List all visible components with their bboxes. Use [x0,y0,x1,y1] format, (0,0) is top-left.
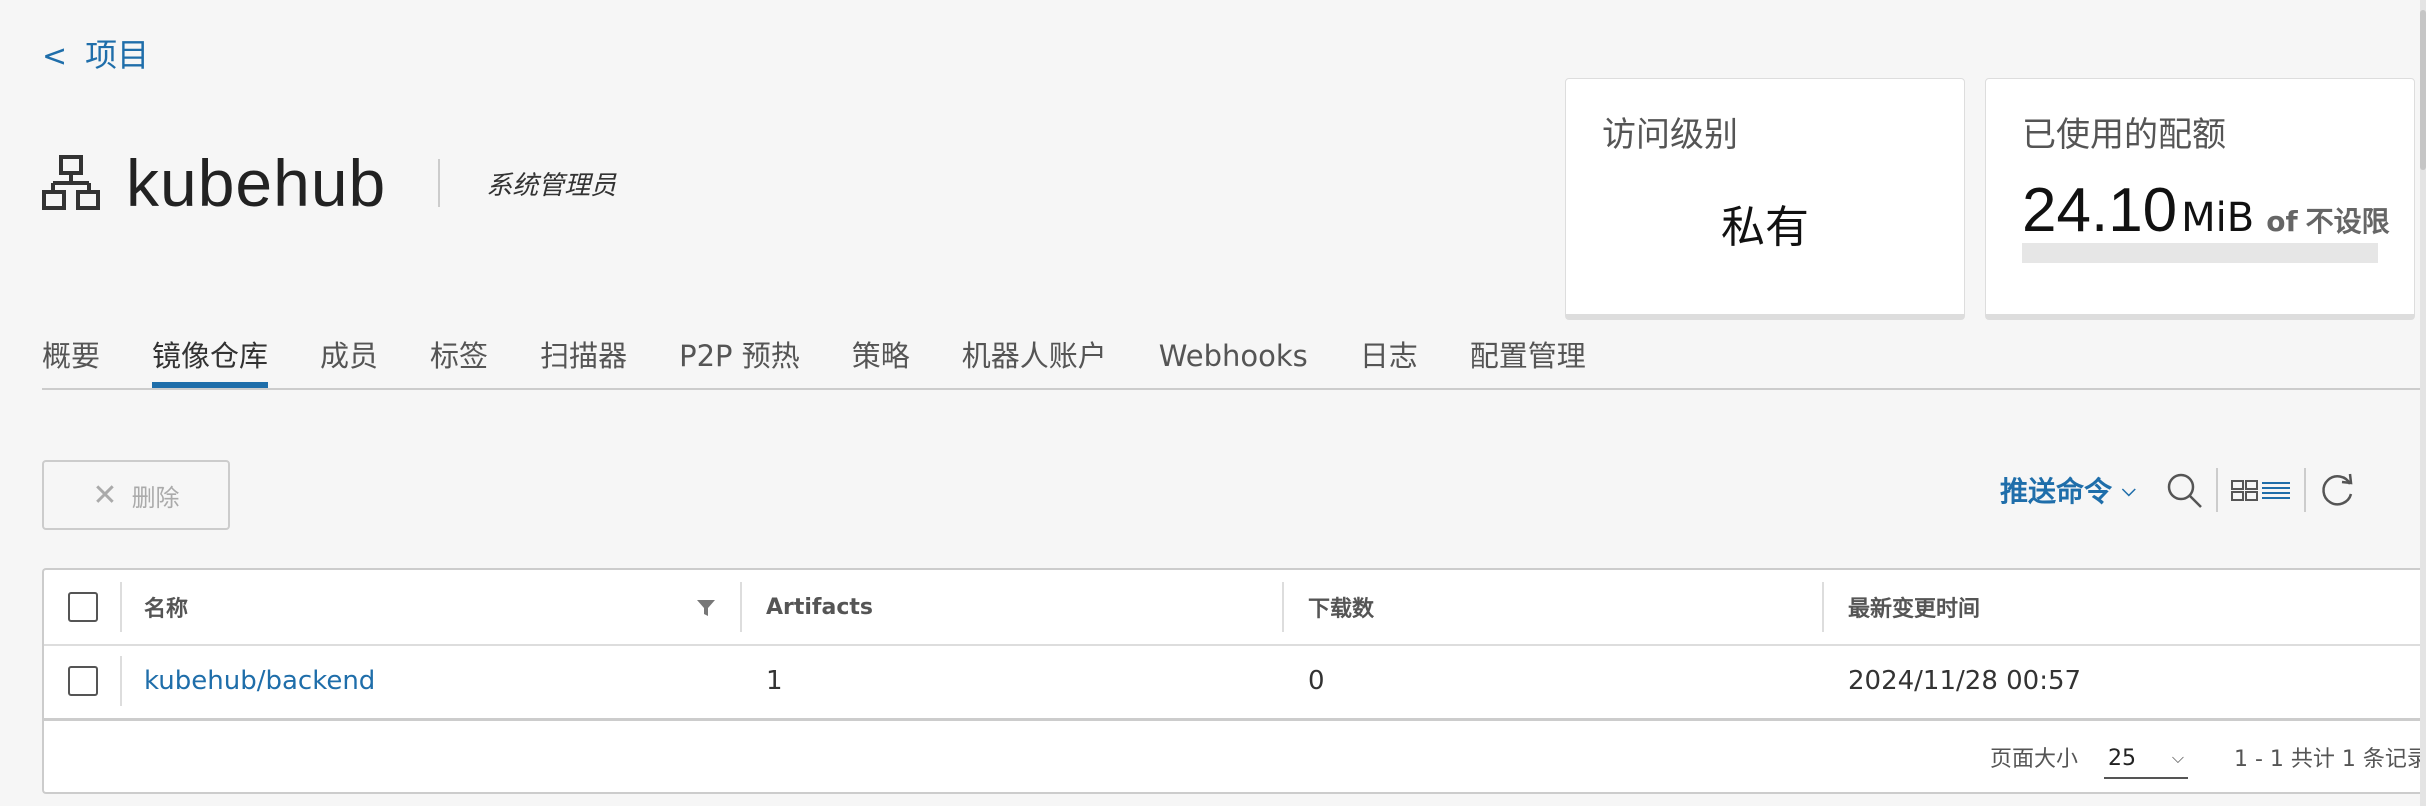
scrollbar-thumb[interactable] [2420,10,2426,170]
select-all-cell [68,570,98,644]
search-icon[interactable] [2164,470,2204,510]
tab-1[interactable]: 镜像仓库 [152,332,269,388]
access-level-card: 访问级别 私有 [1565,78,1965,320]
chevron-down-icon: ⌵ [2171,748,2184,767]
toolbar-divider [2303,468,2306,512]
updated-time: 2024/11/28 00:57 [1848,666,2082,696]
page-size-select[interactable]: 25 ⌵ [2104,739,2188,779]
project-tabs: 概要 镜像仓库 成员 标签 扫描器 P2P 预热 策略 机器人账户 Webhooks 日志 配置管理 [42,332,2426,390]
table-header: 名称 Artifacts 下载数 最新变更时间 [44,570,2426,646]
tab-2[interactable]: 成员 [320,332,378,388]
refresh-icon[interactable] [2318,470,2358,510]
title-divider [438,159,441,207]
column-header-downloads[interactable]: 下载数 [1308,570,1374,644]
access-level-value: 私有 [1721,202,1809,253]
select-all-checkbox[interactable] [68,592,98,622]
repository-name-link[interactable]: kubehub/backend [144,644,375,718]
quota-usage: 24.10 MiB of 不设限 [2022,175,2390,246]
quota-progress-bar [2022,243,2378,263]
column-divider [120,582,122,632]
tab-8[interactable]: Webhooks [1159,332,1308,388]
quota-of: of [2266,205,2298,238]
close-icon: ✕ [92,477,118,513]
tab-0[interactable]: 概要 [42,332,100,388]
column-divider [120,656,122,706]
tab-4[interactable]: 扫描器 [540,332,627,388]
breadcrumb-label: 项目 [85,36,150,74]
chevron-down-icon: ⌵ [2122,479,2136,501]
tab-9[interactable]: 日志 [1360,332,1418,388]
list-view-icon[interactable] [2260,470,2292,510]
row-select-cell [68,644,98,718]
card-view-icon[interactable] [2230,470,2260,510]
toolbar-divider [2215,468,2218,512]
project-tree-icon [42,155,100,210]
page-size-label: 页面大小 [1990,746,2079,772]
push-command-dropdown[interactable]: 推送命令 ⌵ [2000,470,2136,510]
project-header: kubehub 系统管理员 [42,146,617,220]
filter-icon[interactable] [696,598,716,618]
quota-card: 已使用的配额 24.10 MiB of 不设限 [1985,78,2415,320]
repository-table: 名称 Artifacts 下载数 最新变更时间 kubehub/backend … [42,568,2426,794]
pagination-summary: 1 - 1 共计 1 条记录 [2234,746,2426,772]
table-footer: 页面大小 25 ⌵ 1 - 1 共计 1 条记录 [44,721,2426,792]
tab-6[interactable]: 策略 [852,332,910,388]
chevron-left-icon: < [42,39,68,74]
tab-5[interactable]: P2P 预热 [679,332,800,388]
access-level-title: 访问级别 [1602,115,1738,155]
project-title: kubehub [126,146,387,220]
downloads-count: 0 [1308,666,1325,696]
delete-button[interactable]: ✕ 删除 [42,460,230,530]
column-divider [1822,582,1824,632]
quota-limit: 不设限 [2305,205,2390,238]
column-header-artifacts[interactable]: Artifacts [766,570,873,644]
artifacts-count: 1 [766,666,783,696]
column-divider [1282,582,1284,632]
column-header-name[interactable]: 名称 [144,570,188,644]
table-row: kubehub/backend 1 0 2024/11/28 00:57 [44,644,2426,721]
quota-unit: MiB [2181,195,2255,241]
column-header-updated[interactable]: 最新变更时间 [1848,570,1980,644]
quota-title: 已使用的配额 [2022,115,2226,155]
page-size-value: 25 [2108,745,2136,771]
project-role: 系统管理员 [486,170,617,201]
quota-value: 24.10 [2022,176,2178,245]
repository-toolbar: 推送命令 ⌵ [2000,462,2358,518]
push-command-label: 推送命令 [2000,475,2113,508]
column-divider [740,582,742,632]
back-to-projects-link[interactable]: < 项目 [42,30,149,76]
row-checkbox[interactable] [68,666,98,696]
delete-button-label: 删除 [131,483,180,512]
tab-10[interactable]: 配置管理 [1470,332,1586,388]
tab-7[interactable]: 机器人账户 [962,332,1107,388]
tab-3[interactable]: 标签 [430,332,488,388]
page-scrollbar[interactable] [2420,0,2426,806]
